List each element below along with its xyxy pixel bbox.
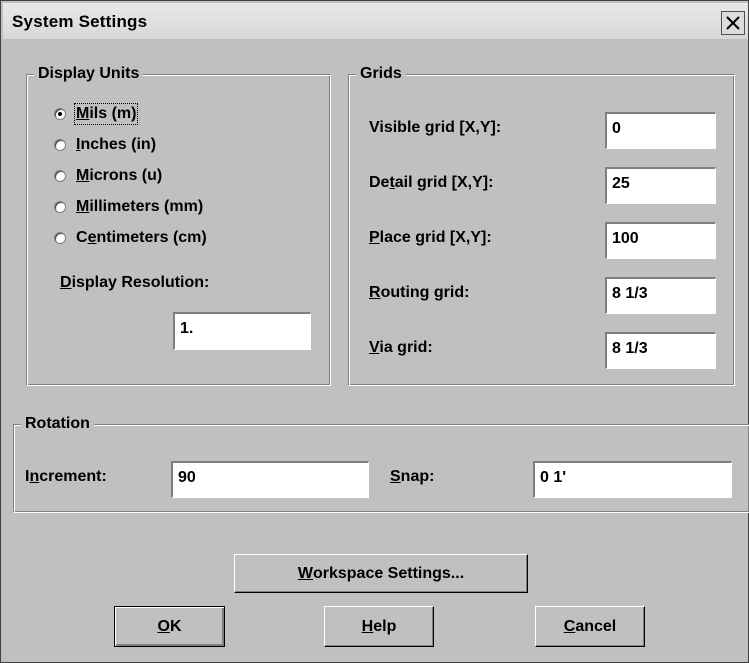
radio-mils[interactable]: Mils (m) <box>54 103 139 125</box>
grids-legend: Grids <box>356 65 406 83</box>
routing-grid-input[interactable]: 8 1/3 <box>605 277 716 314</box>
window-title: System Settings <box>12 12 148 31</box>
snap-input[interactable]: 0 1' <box>533 461 732 498</box>
display-resolution-input[interactable]: 1. <box>173 312 311 350</box>
radio-label-mils: Mils (m) <box>73 103 139 125</box>
radio-button[interactable] <box>54 201 66 213</box>
detail-grid-label: Detail grid [X,Y]: <box>369 174 494 191</box>
radio-button[interactable] <box>54 108 66 120</box>
place-grid-label: Place grid [X,Y]: <box>369 229 492 246</box>
close-button[interactable] <box>721 11 745 35</box>
radio-button[interactable] <box>54 170 66 182</box>
ok-button[interactable]: OK <box>114 606 225 647</box>
radio-inches[interactable]: Inches (in) <box>54 136 156 154</box>
visible-grid-input[interactable]: 0 <box>605 112 716 149</box>
title-bar[interactable]: System Settings <box>3 3 748 39</box>
radio-label-inches: Inches (in) <box>76 136 157 153</box>
snap-label: Snap: <box>390 468 435 485</box>
workspace-settings-button[interactable]: Workspace Settings... <box>234 554 528 593</box>
radio-label-microns: Microns (u) <box>76 167 163 184</box>
radio-millimeters[interactable]: Millimeters (mm) <box>54 198 203 216</box>
detail-grid-input[interactable]: 25 <box>605 167 716 204</box>
visible-grid-label: Visible grid [X,Y]: <box>369 119 502 136</box>
increment-input[interactable]: 90 <box>171 461 369 498</box>
via-grid-label: Via grid: <box>369 339 433 356</box>
close-icon <box>726 16 740 30</box>
radio-label-millimeters: Millimeters (mm) <box>76 198 204 215</box>
radio-centimeters[interactable]: Centimeters (cm) <box>54 229 207 247</box>
rotation-legend: Rotation <box>21 415 94 433</box>
radio-button[interactable] <box>54 139 66 151</box>
place-grid-input[interactable]: 100 <box>605 222 716 259</box>
help-button[interactable]: Help <box>324 606 434 647</box>
display-units-legend: Display Units <box>34 65 144 83</box>
radio-label-centimeters: Centimeters (cm) <box>76 229 207 246</box>
cancel-button[interactable]: Cancel <box>535 606 645 647</box>
display-resolution-label: Display Resolution: <box>60 274 210 291</box>
radio-microns[interactable]: Microns (u) <box>54 167 162 185</box>
increment-label: Increment: <box>25 468 107 485</box>
routing-grid-label: Routing grid: <box>369 284 470 301</box>
system-settings-dialog: System Settings Display Units Mils (m) I… <box>0 0 749 663</box>
via-grid-input[interactable]: 8 1/3 <box>605 332 716 369</box>
radio-button[interactable] <box>54 232 66 244</box>
